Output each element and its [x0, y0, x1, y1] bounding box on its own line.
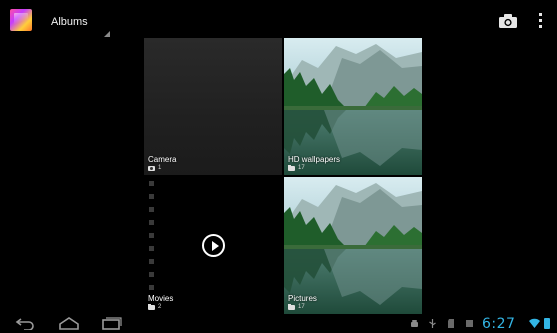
album-count-value: 1 — [158, 165, 162, 171]
recent-apps-icon[interactable] — [100, 317, 122, 330]
system-navigation-bar: 6:27 — [0, 314, 557, 333]
album-count-value: 17 — [298, 165, 305, 171]
album-tile-pictures[interactable]: Pictures 17 — [284, 177, 422, 314]
folder-icon — [148, 303, 155, 310]
sd-card-icon — [448, 319, 454, 328]
home-icon[interactable] — [58, 317, 80, 330]
album-count-value: 2 — [158, 304, 162, 310]
back-icon[interactable] — [15, 317, 37, 330]
spinner-indicator-icon[interactable] — [104, 31, 110, 37]
play-icon[interactable] — [202, 234, 225, 257]
album-grid: Camera 1 HD wallpapers 17 Movies 2 Pictu… — [144, 38, 422, 314]
camera-icon — [148, 165, 155, 171]
folder-icon — [288, 303, 295, 310]
album-count: 2 — [148, 303, 162, 310]
action-bar: Albums — [0, 0, 557, 40]
film-strip-icon — [149, 181, 155, 307]
wifi-icon — [529, 318, 540, 328]
android-debug-icon — [411, 320, 418, 327]
camera-icon[interactable] — [499, 14, 517, 28]
gallery-app-icon[interactable] — [10, 9, 32, 31]
album-label: HD wallpapers — [288, 155, 341, 164]
album-count-value: 17 — [298, 304, 305, 310]
battery-icon — [544, 318, 550, 329]
album-tile-hd-wallpapers[interactable]: HD wallpapers 17 — [284, 38, 422, 175]
folder-icon — [288, 164, 295, 171]
album-label: Camera — [148, 155, 177, 164]
album-tile-movies[interactable]: Movies 2 — [144, 177, 282, 314]
album-count: 17 — [288, 164, 305, 171]
album-tile-camera[interactable]: Camera 1 — [144, 38, 282, 175]
album-label: Pictures — [288, 294, 317, 303]
album-label: Movies — [148, 294, 174, 303]
more-vert-icon[interactable] — [536, 13, 544, 31]
album-count: 1 — [148, 165, 161, 171]
album-count: 17 — [288, 303, 305, 310]
usb-icon — [429, 319, 436, 328]
status-clock: 6:27 — [482, 316, 516, 332]
screenshot-icon — [466, 320, 473, 327]
page-title[interactable]: Albums — [51, 16, 88, 28]
